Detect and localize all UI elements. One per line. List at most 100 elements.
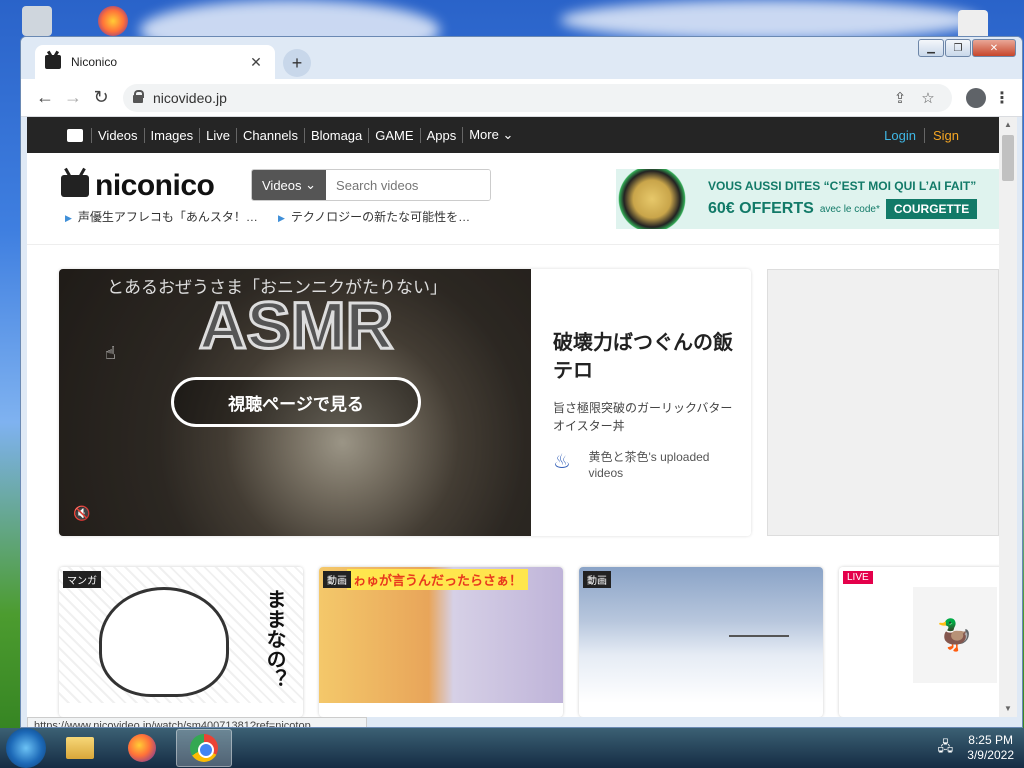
network-icon[interactable]: 🖧	[938, 736, 954, 760]
news-ticker: 声優生アフレコも「あんスタ！… テクノロジーの新たな可能性を…	[65, 208, 470, 225]
manga-speech-text: ままなの？	[263, 589, 285, 689]
content-card[interactable]: ゎゅが言うんだったらさぁ！ 動画	[319, 567, 563, 717]
web-page: Videos Images Live Channels Blomaga GAME…	[27, 117, 999, 717]
nav-more[interactable]: More ⌄	[462, 127, 519, 143]
login-link[interactable]: Login	[876, 127, 925, 143]
ad-code-button[interactable]: COURGETTE	[885, 199, 978, 219]
ad-code-text: avec le code*	[819, 203, 880, 215]
close-window-button[interactable]: ✕	[972, 39, 1016, 57]
anime-thumbnail: ゎゅが言うんだったらさぁ！ 動画	[319, 567, 563, 703]
bare-tree-image	[729, 577, 789, 637]
chevron-down-icon: ⌄	[502, 127, 514, 142]
watch-page-button[interactable]: 視聴ページで見る	[171, 377, 421, 427]
close-tab-icon[interactable]: ✕	[247, 54, 265, 71]
mute-icon[interactable]: 🔇	[73, 505, 90, 522]
browser-toolbar: ← → ↻ nicovideo.jp ⇪ ☆ ⋮	[21, 79, 1022, 117]
back-button[interactable]: ←	[31, 84, 59, 112]
manga-thumbnail: ままなの？ マンガ	[59, 567, 303, 703]
nav-videos[interactable]: Videos	[91, 127, 144, 143]
niconico-nav-icon[interactable]	[67, 128, 83, 142]
content-card[interactable]: 動画	[579, 567, 823, 717]
scroll-thumb[interactable]	[1002, 135, 1014, 181]
category-badge: 動画	[583, 571, 611, 588]
chrome-icon	[190, 734, 218, 762]
firefox-desktop-icon[interactable]	[98, 6, 128, 36]
nav-channels[interactable]: Channels	[236, 127, 304, 143]
tab-strip: Niconico ✕ + ▁ ❐ ✕	[21, 37, 1022, 79]
video-player[interactable]: とあるおぜうさま「おニンニクがたりない」 ASMR 視聴ページで見る 🔇 ☝	[59, 269, 531, 536]
nav-live[interactable]: Live	[199, 127, 236, 143]
ticker-item[interactable]: 声優生アフレコも「あんスタ！…	[65, 208, 258, 225]
ad-offer-row: 60€ OFFERTS avec le code* COURGETTE	[708, 199, 978, 219]
nav-game[interactable]: GAME	[368, 127, 419, 143]
share-icon[interactable]: ⇪	[886, 89, 914, 107]
new-tab-button[interactable]: +	[283, 49, 311, 77]
video-title-overlay: ASMR	[197, 287, 394, 364]
tab-niconico[interactable]: Niconico ✕	[35, 45, 275, 79]
firefox-icon	[128, 734, 156, 762]
nav-images[interactable]: Images	[143, 127, 200, 143]
live-badge: LIVE	[843, 571, 873, 584]
content-card[interactable]: 🦆 LIVE	[839, 567, 999, 717]
forward-button[interactable]: →	[59, 84, 87, 112]
niconico-tv-icon	[61, 175, 89, 197]
page-scrollbar[interactable]: ▲ ▼	[999, 117, 1017, 717]
tab-title: Niconico	[71, 55, 118, 69]
uploader-name: 黄色と茶色's uploaded videos	[588, 450, 710, 480]
hot-spring-icon: ♨	[553, 451, 571, 473]
chevron-down-icon: ⌄	[305, 177, 317, 192]
search-input[interactable]	[326, 170, 490, 200]
ticker-item[interactable]: テクノロジーの新たな可能性を…	[278, 208, 470, 225]
taskbar-firefox[interactable]	[114, 729, 170, 767]
maximize-button[interactable]: ❐	[945, 39, 971, 57]
featured-uploader[interactable]: ♨ 黄色と茶色's uploaded videos	[553, 449, 733, 481]
signup-link[interactable]: Sign	[925, 128, 959, 143]
clock-date: 3/9/2022	[967, 748, 1014, 762]
side-ad-placeholder	[767, 269, 999, 536]
food-plate-image	[616, 169, 688, 229]
reload-button[interactable]: ↻	[87, 84, 115, 112]
desktop-cloud	[560, 0, 980, 40]
recycle-bin-icon[interactable]	[22, 6, 52, 36]
duck-icon: 🦆	[913, 587, 997, 683]
featured-description: 旨さ極限突破のガーリックバターオイスター丼	[553, 401, 733, 433]
lock-icon	[133, 90, 144, 103]
profile-avatar-icon[interactable]	[966, 87, 986, 108]
bookmark-star-icon[interactable]: ☆	[914, 89, 942, 107]
taskbar-explorer[interactable]	[52, 729, 108, 767]
featured-video: とあるおぜうさま「おニンニクがたりない」 ASMR 視聴ページで見る 🔇 ☝ 破…	[59, 269, 751, 536]
nav-more-label: More	[469, 127, 499, 142]
nav-apps[interactable]: Apps	[419, 127, 463, 143]
minimize-button[interactable]: ▁	[918, 39, 944, 57]
manga-character-image	[99, 587, 229, 697]
site-header: niconico Videos ⌄ 声優生アフレコも「あんスタ！… テクノロジー…	[27, 153, 999, 245]
url-text: nicovideo.jp	[153, 89, 227, 106]
content-card[interactable]: ままなの？ マンガ	[59, 567, 303, 717]
niconico-tab-icon	[45, 55, 61, 69]
clock-time: 8:25 PM	[968, 733, 1013, 747]
niconico-logo[interactable]: niconico	[61, 169, 215, 203]
nav-blomaga[interactable]: Blomaga	[303, 127, 368, 143]
account-links: Login Sign	[876, 127, 959, 143]
brand-name: niconico	[95, 169, 215, 202]
scroll-up-icon[interactable]: ▲	[999, 117, 1017, 133]
search-category-label: Videos	[262, 177, 302, 193]
banner-ad[interactable]: VOUS AUSSI DITES “C’EST MOI QUI L’AI FAI…	[616, 169, 999, 229]
featured-title[interactable]: 破壊力ばつぐんの飯テロ	[553, 329, 733, 385]
search-category-select[interactable]: Videos ⌄	[252, 170, 327, 200]
window-controls: ▁ ❐ ✕	[918, 39, 1016, 57]
scroll-down-icon[interactable]: ▼	[999, 701, 1017, 717]
search-box: Videos ⌄	[251, 169, 491, 201]
start-button[interactable]	[6, 728, 46, 768]
niconico-top-nav: Videos Images Live Channels Blomaga GAME…	[27, 117, 999, 153]
clock[interactable]: 8:25 PM 3/9/2022	[967, 733, 1014, 763]
browser-menu-icon[interactable]: ⋮	[992, 88, 1012, 108]
taskbar: 🖧 8:25 PM 3/9/2022	[0, 728, 1024, 768]
thumbnail-banner-text: ゎゅが言うんだったらさぁ！	[347, 569, 529, 590]
category-badge: マンガ	[63, 571, 101, 588]
live-thumbnail: 🦆 LIVE	[839, 567, 999, 703]
taskbar-chrome[interactable]	[176, 729, 232, 767]
featured-info: 破壊力ばつぐんの飯テロ 旨さ極限突破のガーリックバターオイスター丼 ♨ 黄色と茶…	[531, 269, 751, 536]
address-bar[interactable]: nicovideo.jp ⇪ ☆	[123, 83, 952, 112]
ad-copy: VOUS AUSSI DITES “C’EST MOI QUI L’AI FAI…	[688, 179, 999, 219]
